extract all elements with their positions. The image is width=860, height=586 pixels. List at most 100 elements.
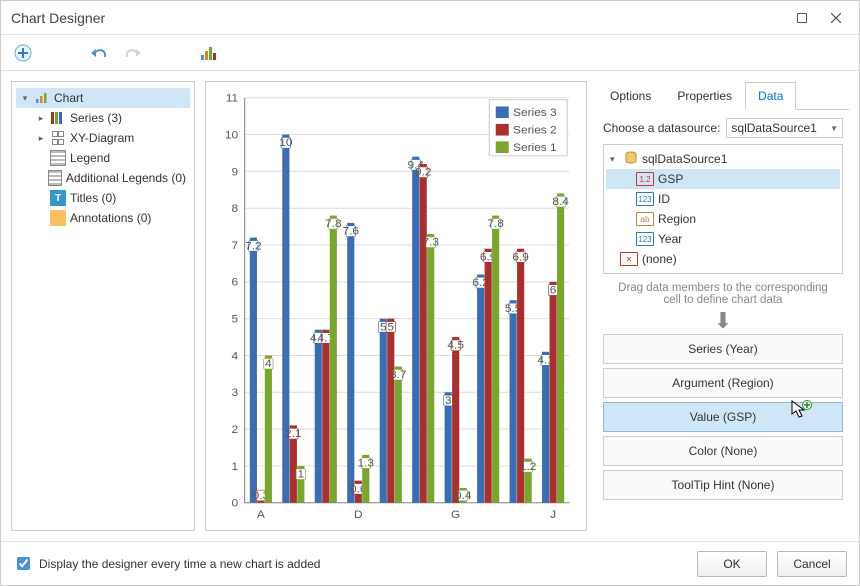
drop-value[interactable]: Value (GSP): [603, 402, 843, 432]
svg-text:A: A: [257, 510, 265, 521]
field-label: Region: [658, 212, 696, 226]
tree-label: Series (3): [70, 111, 122, 125]
cancel-button[interactable]: Cancel: [777, 551, 847, 577]
datasource-icon: [624, 151, 638, 168]
tree-node-xydiagram[interactable]: ▸ XY-Diagram: [16, 128, 190, 148]
field-none[interactable]: ✕ (none): [606, 249, 840, 269]
tree-node-annotations[interactable]: Annotations (0): [16, 208, 190, 228]
datasource-label: Choose a datasource:: [603, 121, 720, 135]
drop-argument[interactable]: Argument (Region): [603, 368, 843, 398]
tree-node-addlegends[interactable]: Additional Legends (0): [16, 168, 190, 188]
svg-text:4: 4: [232, 351, 239, 362]
svg-text:1: 1: [232, 461, 239, 472]
svg-text:4: 4: [265, 359, 272, 370]
series-icon: [50, 110, 66, 126]
svg-text:5: 5: [380, 322, 387, 333]
maximize-button[interactable]: [785, 1, 819, 35]
undo-button[interactable]: [87, 41, 111, 65]
field-list[interactable]: ▾ sqlDataSource1 1.2 GSP 123 ID ab Re: [603, 144, 843, 274]
datasource-select[interactable]: sqlDataSource1 ▼: [726, 118, 843, 138]
svg-text:7: 7: [232, 240, 239, 251]
svg-text:6: 6: [232, 277, 239, 288]
svg-text:7.8: 7.8: [325, 219, 342, 230]
tree-label: Chart: [54, 91, 83, 105]
drop-value-label: Value (GSP): [690, 410, 756, 424]
redo-button[interactable]: [121, 41, 145, 65]
none-icon: ✕: [620, 252, 638, 266]
drop-series[interactable]: Series (Year): [603, 334, 843, 364]
tree-label: Additional Legends (0): [66, 171, 186, 185]
svg-text:7.2: 7.2: [245, 241, 262, 252]
svg-text:G: G: [451, 510, 460, 521]
annotations-icon: [50, 210, 66, 226]
svg-text:2: 2: [232, 424, 239, 435]
window-title: Chart Designer: [7, 10, 785, 26]
svg-text:0.4: 0.4: [455, 490, 472, 501]
tree-node-chart[interactable]: ▾ Chart: [16, 88, 190, 108]
svg-text:8: 8: [232, 204, 239, 215]
svg-text:7.8: 7.8: [487, 219, 504, 230]
svg-text:8.4: 8.4: [552, 197, 569, 208]
close-button[interactable]: [819, 1, 853, 35]
field-gsp[interactable]: 1.2 GSP: [606, 169, 840, 189]
svg-text:1.3: 1.3: [358, 458, 375, 469]
field-id[interactable]: 123 ID: [606, 189, 840, 209]
svg-text:Series 2: Series 2: [513, 125, 557, 136]
tree-node-titles[interactable]: T Titles (0): [16, 188, 190, 208]
legend-icon: [48, 170, 62, 186]
chart-preview: 012345678910117.20.34102.114.74.77.87.60…: [205, 81, 587, 531]
field-label: Year: [658, 232, 682, 246]
int-badge-icon: 123: [636, 232, 654, 246]
arrow-down-icon: ⬇: [603, 314, 843, 328]
tree-label: Titles (0): [70, 191, 116, 205]
tree-label: Legend: [70, 151, 110, 165]
svg-text:4.5: 4.5: [447, 340, 464, 351]
display-designer-label: Display the designer every time a new ch…: [39, 557, 320, 571]
drop-color[interactable]: Color (None): [603, 436, 843, 466]
ok-button[interactable]: OK: [697, 551, 767, 577]
tree-label: Annotations (0): [70, 211, 151, 225]
display-designer-checkbox[interactable]: Display the designer every time a new ch…: [13, 554, 320, 573]
chevron-down-icon: ▼: [830, 124, 838, 133]
tab-properties[interactable]: Properties: [664, 82, 745, 110]
svg-text:1.2: 1.2: [520, 462, 537, 473]
right-panel: Options Properties Data Choose a datasou…: [597, 81, 849, 531]
tree-node-series[interactable]: ▸ Series (3): [16, 108, 190, 128]
add-button[interactable]: [11, 41, 35, 65]
field-datasource-root[interactable]: ▾ sqlDataSource1: [606, 149, 840, 169]
tree-label: XY-Diagram: [70, 131, 134, 145]
svg-text:2.1: 2.1: [285, 429, 302, 440]
datasource-value: sqlDataSource1: [731, 121, 816, 135]
legend-icon: [50, 150, 66, 166]
svg-text:5: 5: [232, 314, 239, 325]
svg-text:3: 3: [232, 388, 239, 399]
tree-node-legend[interactable]: Legend: [16, 148, 190, 168]
chart-type-button[interactable]: [197, 41, 221, 65]
field-label: ID: [658, 192, 670, 206]
svg-text:7.6: 7.6: [343, 226, 360, 237]
svg-text:9.2: 9.2: [415, 167, 432, 178]
svg-text:10: 10: [279, 138, 292, 149]
int-badge-icon: 123: [636, 192, 654, 206]
grid-icon: [50, 130, 66, 146]
svg-text:D: D: [354, 510, 363, 521]
field-label: sqlDataSource1: [642, 152, 727, 166]
svg-text:J: J: [550, 510, 556, 521]
svg-text:3.7: 3.7: [390, 370, 407, 381]
drop-tooltip[interactable]: ToolTip Hint (None): [603, 470, 843, 500]
svg-text:1: 1: [298, 469, 305, 480]
field-label: (none): [642, 252, 677, 266]
svg-text:6: 6: [550, 285, 557, 296]
svg-text:11: 11: [226, 93, 238, 104]
chart-icon: [34, 90, 50, 106]
field-year[interactable]: 123 Year: [606, 229, 840, 249]
tab-options[interactable]: Options: [597, 82, 664, 110]
tab-data[interactable]: Data: [745, 82, 796, 110]
titles-icon: T: [50, 190, 66, 206]
string-badge-icon: ab: [636, 212, 654, 226]
field-region[interactable]: ab Region: [606, 209, 840, 229]
svg-text:7.3: 7.3: [422, 237, 439, 248]
svg-text:9: 9: [232, 167, 239, 178]
structure-tree[interactable]: ▾ Chart ▸ Series (3) ▸ XY-Diagram Legend: [11, 81, 195, 531]
svg-text:6.9: 6.9: [512, 252, 529, 263]
